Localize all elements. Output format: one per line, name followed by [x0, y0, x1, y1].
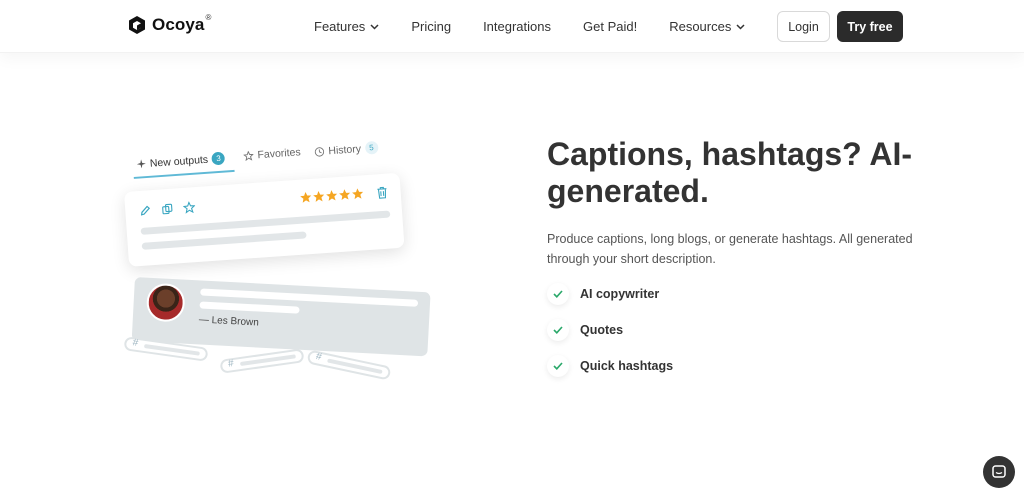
- clock-icon: [314, 146, 325, 157]
- tab-favorites-label: Favorites: [257, 146, 302, 162]
- quote-author: — Les Brown: [198, 314, 260, 329]
- section-description: Produce captions, long blogs, or generat…: [547, 232, 913, 266]
- avatar: [145, 282, 186, 323]
- copy-icon: [161, 203, 175, 217]
- hashtag-icon: #: [314, 351, 323, 364]
- text-placeholder-line: [141, 231, 307, 250]
- star-icon: [313, 191, 325, 202]
- new-outputs-count-badge: 3: [211, 151, 226, 166]
- logo-text: Ocoya: [152, 15, 205, 34]
- hashtag-placeholder-bar: [327, 358, 383, 375]
- hashtag-placeholder-bar: [239, 354, 296, 367]
- nav-integrations[interactable]: Integrations: [483, 19, 551, 34]
- list-item: Quick hashtags: [547, 348, 673, 384]
- chat-launcher-button[interactable]: [983, 456, 1015, 488]
- try-free-button[interactable]: Try free: [837, 11, 903, 42]
- sparkle-icon: [136, 159, 146, 169]
- nav-get-paid[interactable]: Get Paid!: [583, 19, 637, 34]
- tab-new-outputs: New outputs 3: [136, 151, 226, 171]
- star-icon: [326, 190, 338, 201]
- chevron-down-icon: [370, 23, 379, 30]
- nav-resources[interactable]: Resources: [669, 19, 745, 34]
- nav-pricing[interactable]: Pricing: [411, 19, 451, 34]
- tab-history: History 5: [314, 140, 379, 158]
- nav-features-label: Features: [314, 19, 366, 34]
- feature-list: AI copywriter Quotes Quick hashtags: [547, 276, 673, 384]
- hashtag-icon: #: [227, 358, 235, 370]
- logo-icon: [129, 16, 145, 34]
- feature-illustration: New outputs 3 Favorites History 5 — Les …: [110, 140, 450, 400]
- output-card: [124, 172, 405, 267]
- registered-mark: ®: [205, 12, 212, 22]
- nav-features[interactable]: Features: [314, 19, 379, 34]
- hashtag-placeholder-bar: [143, 343, 200, 356]
- chat-icon: [992, 465, 1006, 478]
- hashtag-pill: #: [306, 349, 392, 381]
- star-icon: [352, 188, 364, 200]
- login-button[interactable]: Login: [777, 11, 830, 42]
- feature-label: Quick hashtags: [580, 359, 674, 373]
- main-nav: Features Pricing Integrations Get Paid! …: [314, 19, 777, 34]
- rating-stars: [299, 187, 365, 204]
- tab-history-label: History: [327, 142, 362, 157]
- star-outline-icon: [182, 201, 197, 215]
- tab-new-outputs-label: New outputs: [149, 153, 209, 170]
- card-actions: [139, 200, 206, 218]
- site-header: Ocoya ® Features Pricing Integrations Ge…: [0, 0, 1024, 53]
- active-tab-indicator: [133, 169, 235, 179]
- logo[interactable]: Ocoya ®: [128, 12, 212, 35]
- check-icon: [547, 283, 569, 305]
- hashtag-icon: #: [131, 337, 139, 350]
- text-placeholder-line: [199, 301, 300, 314]
- star-icon: [300, 191, 312, 203]
- tab-favorites: Favorites: [243, 146, 301, 162]
- list-item: AI copywriter: [547, 276, 673, 312]
- history-count-badge: 5: [364, 140, 379, 155]
- section-headline: Captions, hashtags? AI-generated.: [547, 136, 913, 209]
- check-icon: [547, 319, 569, 341]
- star-icon: [339, 189, 351, 200]
- nav-get-paid-label: Get Paid!: [583, 19, 638, 34]
- edit-icon: [139, 204, 153, 218]
- list-item: Quotes: [547, 312, 673, 348]
- trash-icon: [377, 186, 387, 199]
- star-outline-icon: [243, 150, 254, 162]
- check-icon: [547, 355, 569, 377]
- nav-pricing-label: Pricing: [411, 19, 452, 34]
- hashtag-pill: #: [219, 348, 305, 374]
- nav-integrations-label: Integrations: [483, 19, 551, 34]
- nav-resources-label: Resources: [669, 19, 732, 34]
- feature-label: AI copywriter: [580, 287, 660, 301]
- chevron-down-icon: [736, 23, 745, 30]
- feature-label: Quotes: [580, 323, 624, 337]
